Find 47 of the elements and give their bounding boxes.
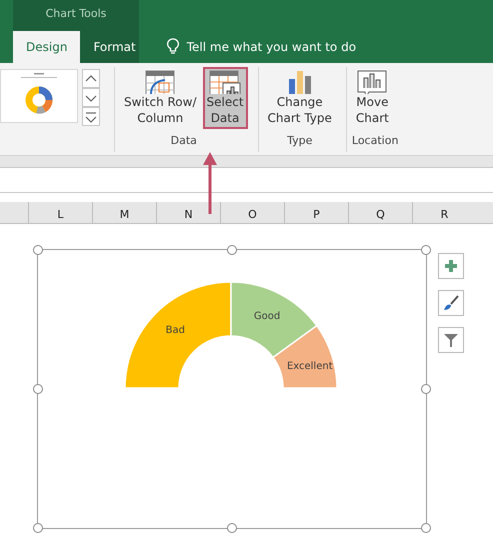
- move-chart-icon: [357, 70, 388, 94]
- chart-styles-button[interactable]: [438, 290, 464, 316]
- resize-handle[interactable]: [421, 523, 431, 533]
- group-label: Data: [170, 134, 198, 149]
- ribbon-tab[interactable]: Design: [13, 31, 80, 63]
- table-swap-icon: [145, 70, 176, 94]
- table-chart-icon: [209, 70, 242, 94]
- column-header[interactable]: N: [156, 202, 220, 223]
- column-header[interactable]: Q: [348, 202, 412, 223]
- resize-handle[interactable]: [33, 523, 43, 533]
- resize-handle[interactable]: [421, 384, 431, 394]
- resize-handle[interactable]: [33, 384, 43, 394]
- gauge-segment[interactable]: [272, 324, 338, 389]
- column-header[interactable]: M: [92, 202, 156, 223]
- paintbrush-icon: [443, 295, 459, 311]
- ribbon-button[interactable]: Change Chart Type: [264, 67, 336, 129]
- chart-style-thumbnail[interactable]: [0, 69, 78, 123]
- gallery-more-button[interactable]: [82, 107, 100, 126]
- column-header[interactable]: L: [28, 202, 92, 223]
- tell-me-search[interactable]: Tell me what you want to do: [186, 40, 356, 54]
- context-tab-title: Chart Tools: [44, 7, 108, 20]
- data-label: Excellent: [286, 361, 333, 372]
- scroll-down-button[interactable]: [82, 88, 100, 107]
- filter-icon: [443, 332, 459, 348]
- resize-handle[interactable]: [421, 245, 431, 255]
- group-label: Type: [286, 134, 314, 149]
- column-header[interactable]: O: [220, 202, 284, 223]
- pointer-arrow: [203, 152, 217, 216]
- chevron-icon: [83, 110, 99, 124]
- lightbulb-icon: [166, 38, 179, 56]
- resize-handle[interactable]: [227, 523, 237, 533]
- data-label: Good: [254, 310, 280, 322]
- chart-filter-button[interactable]: [438, 327, 464, 353]
- bar-chart-icon: [288, 70, 312, 94]
- ribbon-button[interactable]: Switch Row/ Column: [120, 67, 200, 129]
- column-header[interactable]: R: [412, 202, 476, 223]
- data-label: Bad: [166, 325, 185, 336]
- resize-handle[interactable]: [227, 245, 237, 255]
- scroll-up-button[interactable]: [82, 69, 100, 88]
- plus-icon: [444, 259, 458, 273]
- group-label: Location: [352, 134, 398, 149]
- column-header[interactable]: P: [284, 202, 348, 223]
- resize-handle[interactable]: [33, 245, 43, 255]
- add-element-button[interactable]: [438, 253, 464, 279]
- ribbon-button[interactable]: Select Data: [202, 67, 248, 129]
- ribbon-tab[interactable]: Format: [80, 31, 149, 63]
- ribbon-button[interactable]: Move Chart: [352, 67, 393, 129]
